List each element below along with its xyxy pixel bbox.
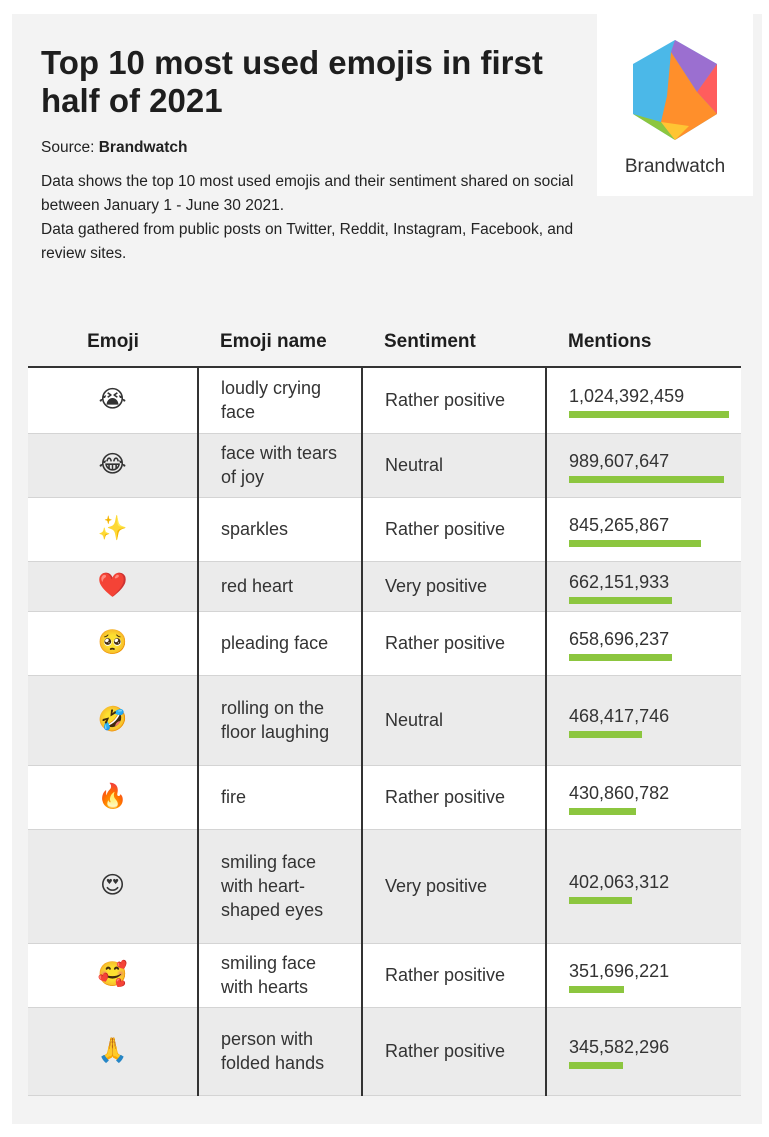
sentiment-cell: Rather positive: [361, 1007, 546, 1096]
mentions-value: 468,417,746: [569, 706, 670, 726]
page-title: Top 10 most used emojis in first half of…: [41, 44, 543, 119]
sentiment-cell: Rather positive: [361, 943, 546, 1008]
mentions-value: 1,024,392,459: [569, 386, 685, 407]
sentiment-cell: Neutral: [361, 433, 546, 498]
emoji-name-cell: fire: [197, 765, 362, 830]
source-line: Source: Brandwatch: [41, 139, 187, 157]
mentions-cell: 989,607,647: [545, 433, 741, 498]
mentions-value: 662,151,933: [569, 572, 670, 592]
description-line-1: Data shows the top 10 most used emojis a…: [41, 173, 574, 214]
header-mentions: Mentions: [546, 290, 741, 368]
mentions-value: 658,696,237: [569, 629, 670, 649]
hexagon-logo-icon: [633, 40, 717, 140]
header-sentiment: Sentiment: [362, 290, 546, 368]
emoji-name-cell: rolling on the floor laughing: [197, 675, 362, 766]
emoji-cell: 😂: [28, 433, 198, 498]
mentions-bar: [569, 731, 642, 738]
emoji-cell: 🔥: [28, 765, 198, 830]
sentiment-cell: Rather positive: [361, 611, 546, 676]
description: Data shows the top 10 most used emojis a…: [41, 170, 601, 266]
table-row: 😂 face with tears of joy Neutral 989,607,64…: [28, 433, 741, 498]
emoji-table: Emoji Emoji name Sentiment Mentions 😭 lou…: [28, 290, 741, 1096]
mentions-cell: 351,696,221: [545, 943, 741, 1008]
brandwatch-logo: Brandwatch: [597, 14, 753, 196]
mentions-bar: [569, 808, 636, 815]
emoji-cell: ✨: [28, 497, 198, 562]
table-row: ❤️ red heart Very positive 662,151,933: [28, 561, 741, 612]
table-row: 🙏 person with folded hands Rather positive…: [28, 1007, 741, 1096]
mentions-cell: 845,265,867: [545, 497, 741, 562]
emoji-cell: 😍: [28, 829, 198, 944]
emoji-name-cell: face with tears of joy: [197, 433, 362, 498]
table-body: 😭 loudly crying face Rather positive 1,024,…: [28, 367, 741, 1096]
mentions-bar: [569, 476, 724, 483]
mentions-cell: 345,582,296: [545, 1007, 741, 1096]
header-emoji: Emoji: [28, 290, 198, 368]
emoji-name-cell: smiling face with hearts: [197, 943, 362, 1008]
table-header-row: Emoji Emoji name Sentiment Mentions: [28, 290, 741, 368]
mentions-cell: 1,024,392,459: [545, 367, 741, 434]
emoji-name-cell: person with folded hands: [197, 1007, 362, 1096]
emoji-name-cell: pleading face: [197, 611, 362, 676]
emoji-name-cell: red heart: [197, 561, 362, 612]
emoji-cell: 🥰: [28, 943, 198, 1008]
mentions-cell: 662,151,933: [545, 561, 741, 612]
mentions-value: 345,582,296: [569, 1037, 670, 1057]
table-row: ✨ sparkles Rather positive 845,265,867: [28, 497, 741, 562]
mentions-value: 430,860,782: [569, 783, 670, 803]
emoji-cell: 🙏: [28, 1007, 198, 1096]
emoji-cell: 🤣: [28, 675, 198, 766]
mentions-bar: [569, 986, 624, 993]
mentions-cell: 468,417,746: [545, 675, 741, 766]
sentiment-cell: Very positive: [361, 561, 546, 612]
sentiment-cell: Neutral: [361, 675, 546, 766]
mentions-bar: [569, 1062, 623, 1069]
mentions-bar: [569, 597, 672, 604]
table-row: 😍 smiling face with heart-shaped eyes Very…: [28, 829, 741, 944]
mentions-bar: [569, 411, 729, 419]
emoji-cell: 🥺: [28, 611, 198, 676]
mentions-cell: 658,696,237: [545, 611, 741, 676]
sentiment-cell: Rather positive: [361, 497, 546, 562]
emoji-name-cell: smiling face with heart-shaped eyes: [197, 829, 362, 944]
mentions-value: 845,265,867: [569, 515, 670, 535]
source-label: Source:: [41, 139, 99, 156]
description-line-2: Data gathered from public posts on Twitt…: [41, 221, 574, 262]
mentions-cell: 402,063,312: [545, 829, 741, 944]
sentiment-cell: Rather positive: [361, 367, 546, 434]
mentions-bar: [569, 897, 632, 904]
sentiment-cell: Very positive: [361, 829, 546, 944]
mentions-bar: [569, 654, 672, 661]
emoji-name-cell: sparkles: [197, 497, 362, 562]
table-row: 🥺 pleading face Rather positive 658,696,237: [28, 611, 741, 676]
table-row: 🥰 smiling face with hearts Rather positive…: [28, 943, 741, 1008]
logo-text: Brandwatch: [624, 156, 726, 177]
mentions-value: 989,607,647: [569, 451, 670, 471]
source-name: Brandwatch: [98, 139, 188, 156]
sentiment-cell: Rather positive: [361, 765, 546, 830]
emoji-cell: 😭: [28, 367, 198, 434]
emoji-name-cell: loudly crying face: [197, 367, 362, 434]
mentions-value: 351,696,221: [569, 961, 670, 981]
mentions-cell: 430,860,782: [545, 765, 741, 830]
table-row: 🔥 fire Rather positive 430,860,782: [28, 765, 741, 830]
emoji-cell: ❤️: [28, 561, 198, 612]
table-row: 😭 loudly crying face Rather positive 1,024,…: [28, 367, 741, 434]
header-emoji-name: Emoji name: [198, 290, 362, 368]
mentions-value: 402,063,312: [569, 872, 670, 892]
table-row: 🤣 rolling on the floor laughing Neutral 468…: [28, 675, 741, 766]
mentions-bar: [569, 540, 701, 547]
